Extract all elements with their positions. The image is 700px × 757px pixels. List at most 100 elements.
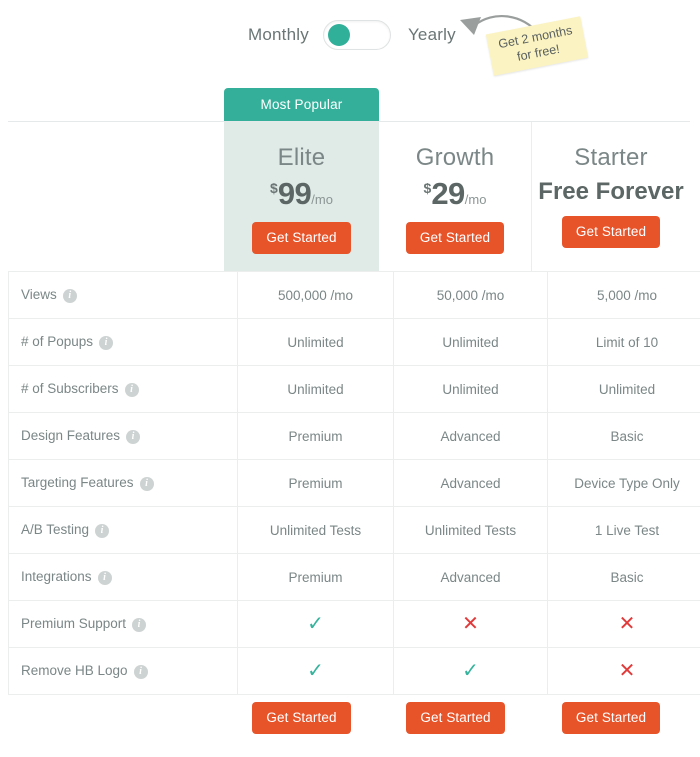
most-popular-badge: Most Popular bbox=[224, 88, 379, 121]
toggle-label-yearly[interactable]: Yearly bbox=[408, 25, 456, 45]
feature-value-elite: ✓ bbox=[237, 647, 394, 695]
footer-cta-row: Get Started Get Started Get Started bbox=[8, 692, 690, 752]
plan-price-growth: $29/mo bbox=[379, 176, 531, 212]
feature-value-starter: Basic bbox=[547, 553, 700, 601]
feature-label-cell: A/B Testing i bbox=[8, 506, 238, 554]
cross-icon: ✕ bbox=[618, 613, 636, 635]
footer-cell-growth: Get Started bbox=[379, 692, 532, 734]
plan-price-starter: Free Forever bbox=[538, 178, 684, 205]
feature-table-body: Views i 500,000 /mo 50,000 /mo 5,000 /mo … bbox=[8, 271, 700, 695]
plan-amount-elite: 99 bbox=[277, 176, 312, 211]
feature-label: Design Features bbox=[21, 428, 121, 443]
check-icon: ✓ bbox=[462, 660, 479, 682]
check-icon: ✓ bbox=[307, 613, 324, 635]
table-row: # of Subscribers i Unlimited Unlimited Un… bbox=[8, 365, 700, 413]
feature-value-growth: Unlimited bbox=[393, 318, 548, 366]
footer-get-started-button-elite[interactable]: Get Started bbox=[252, 702, 351, 734]
feature-value-growth: Unlimited Tests bbox=[393, 506, 548, 554]
feature-value-starter: ✕ bbox=[547, 600, 700, 648]
feature-value-elite: Unlimited bbox=[237, 318, 394, 366]
plan-period-growth: /mo bbox=[464, 192, 487, 207]
feature-label-cell: Views i bbox=[8, 271, 238, 319]
info-icon[interactable]: i bbox=[95, 524, 110, 538]
footer-get-started-button-growth[interactable]: Get Started bbox=[406, 702, 505, 734]
feature-value-elite: Premium bbox=[237, 553, 394, 601]
table-row: Remove HB Logo i ✓ ✓ ✕ bbox=[8, 647, 700, 695]
feature-label: Targeting Features bbox=[21, 475, 134, 490]
plan-price-elite: $99/mo bbox=[224, 176, 379, 212]
plan-header-band: Elite $99/mo Get Started Growth $29/mo G… bbox=[8, 121, 690, 272]
info-icon[interactable]: i bbox=[62, 289, 77, 303]
table-row: Targeting Features i Premium Advanced Dev… bbox=[8, 459, 700, 507]
toggle-label-monthly[interactable]: Monthly bbox=[248, 25, 309, 45]
info-icon[interactable]: i bbox=[126, 430, 141, 444]
table-row: A/B Testing i Unlimited Tests Unlimited T… bbox=[8, 506, 700, 554]
feature-comparison-table: Views i 500,000 /mo 50,000 /mo 5,000 /mo … bbox=[8, 271, 700, 695]
feature-value-starter: Unlimited bbox=[547, 365, 700, 413]
plan-name-starter: Starter bbox=[574, 144, 648, 171]
footer-cell-elite: Get Started bbox=[224, 692, 379, 734]
feature-value-elite: Unlimited Tests bbox=[237, 506, 394, 554]
get-started-button-starter[interactable]: Get Started bbox=[561, 216, 661, 248]
info-icon[interactable]: i bbox=[133, 665, 148, 679]
plan-header-spacer bbox=[8, 122, 224, 272]
feature-value-elite: Unlimited bbox=[237, 365, 394, 413]
plan-amount-growth: 29 bbox=[431, 176, 465, 211]
feature-value-starter: 5,000 /mo bbox=[547, 271, 700, 319]
info-icon[interactable]: i bbox=[97, 571, 112, 585]
table-row: Views i 500,000 /mo 50,000 /mo 5,000 /mo bbox=[8, 271, 700, 319]
feature-label-cell: Premium Support i bbox=[8, 600, 238, 648]
table-row: Integrations i Premium Advanced Basic bbox=[8, 553, 700, 601]
table-row: Premium Support i ✓ ✕ ✕ bbox=[8, 600, 700, 648]
feature-value-growth: 50,000 /mo bbox=[393, 271, 548, 319]
info-icon[interactable]: i bbox=[139, 477, 154, 491]
feature-label-cell: Remove HB Logo i bbox=[8, 647, 238, 695]
feature-value-growth: ✕ bbox=[393, 600, 548, 648]
feature-label: # of Subscribers bbox=[21, 381, 119, 396]
billing-toggle-row: Monthly Yearly Get 2 months for free! bbox=[0, 14, 700, 76]
feature-value-elite: ✓ bbox=[237, 600, 394, 648]
feature-label: # of Popups bbox=[21, 334, 94, 349]
feature-label: Premium Support bbox=[21, 616, 127, 631]
feature-label-cell: Integrations i bbox=[8, 553, 238, 601]
feature-value-starter: Device Type Only bbox=[547, 459, 700, 507]
feature-value-growth: ✓ bbox=[393, 647, 548, 695]
info-icon[interactable]: i bbox=[99, 336, 114, 350]
feature-value-starter: ✕ bbox=[547, 647, 700, 695]
feature-value-starter: Basic bbox=[547, 412, 700, 460]
table-row: Design Features i Premium Advanced Basic bbox=[8, 412, 700, 460]
feature-value-growth: Unlimited bbox=[393, 365, 548, 413]
check-icon: ✓ bbox=[307, 660, 324, 682]
info-icon[interactable]: i bbox=[124, 383, 139, 397]
feature-value-starter: Limit of 10 bbox=[547, 318, 700, 366]
get-started-button-growth[interactable]: Get Started bbox=[405, 222, 505, 254]
feature-label: Remove HB Logo bbox=[21, 663, 128, 678]
toggle-knob bbox=[327, 24, 350, 46]
feature-label: Views bbox=[21, 287, 57, 302]
get-started-button-elite[interactable]: Get Started bbox=[252, 222, 351, 254]
footer-cell-starter: Get Started bbox=[532, 692, 690, 734]
feature-value-growth: Advanced bbox=[393, 412, 548, 460]
plan-name-growth: Growth bbox=[415, 144, 495, 171]
feature-value-growth: Advanced bbox=[393, 553, 548, 601]
cross-icon: ✕ bbox=[618, 660, 636, 682]
plan-period-elite: /mo bbox=[311, 192, 333, 207]
feature-value-growth: Advanced bbox=[393, 459, 548, 507]
feature-label-cell: # of Subscribers i bbox=[8, 365, 238, 413]
plan-card-starter: Starter Free Forever Get Started bbox=[532, 122, 690, 272]
billing-toggle-switch[interactable] bbox=[322, 20, 391, 50]
most-popular-label: Most Popular bbox=[260, 97, 343, 112]
plan-currency-elite: $ bbox=[270, 180, 278, 196]
feature-value-elite: 500,000 /mo bbox=[237, 271, 394, 319]
feature-value-elite: Premium bbox=[237, 412, 394, 460]
footer-get-started-button-starter[interactable]: Get Started bbox=[561, 702, 661, 734]
feature-label-cell: # of Popups i bbox=[8, 318, 238, 366]
plan-card-growth: Growth $29/mo Get Started bbox=[379, 122, 532, 272]
plan-card-elite: Elite $99/mo Get Started bbox=[224, 122, 379, 272]
plan-name-elite: Elite bbox=[277, 144, 326, 171]
cross-icon: ✕ bbox=[462, 613, 479, 635]
feature-label: A/B Testing bbox=[21, 522, 90, 537]
table-row: # of Popups i Unlimited Unlimited Limit o… bbox=[8, 318, 700, 366]
info-icon[interactable]: i bbox=[132, 618, 147, 632]
feature-label: Integrations bbox=[21, 569, 92, 584]
